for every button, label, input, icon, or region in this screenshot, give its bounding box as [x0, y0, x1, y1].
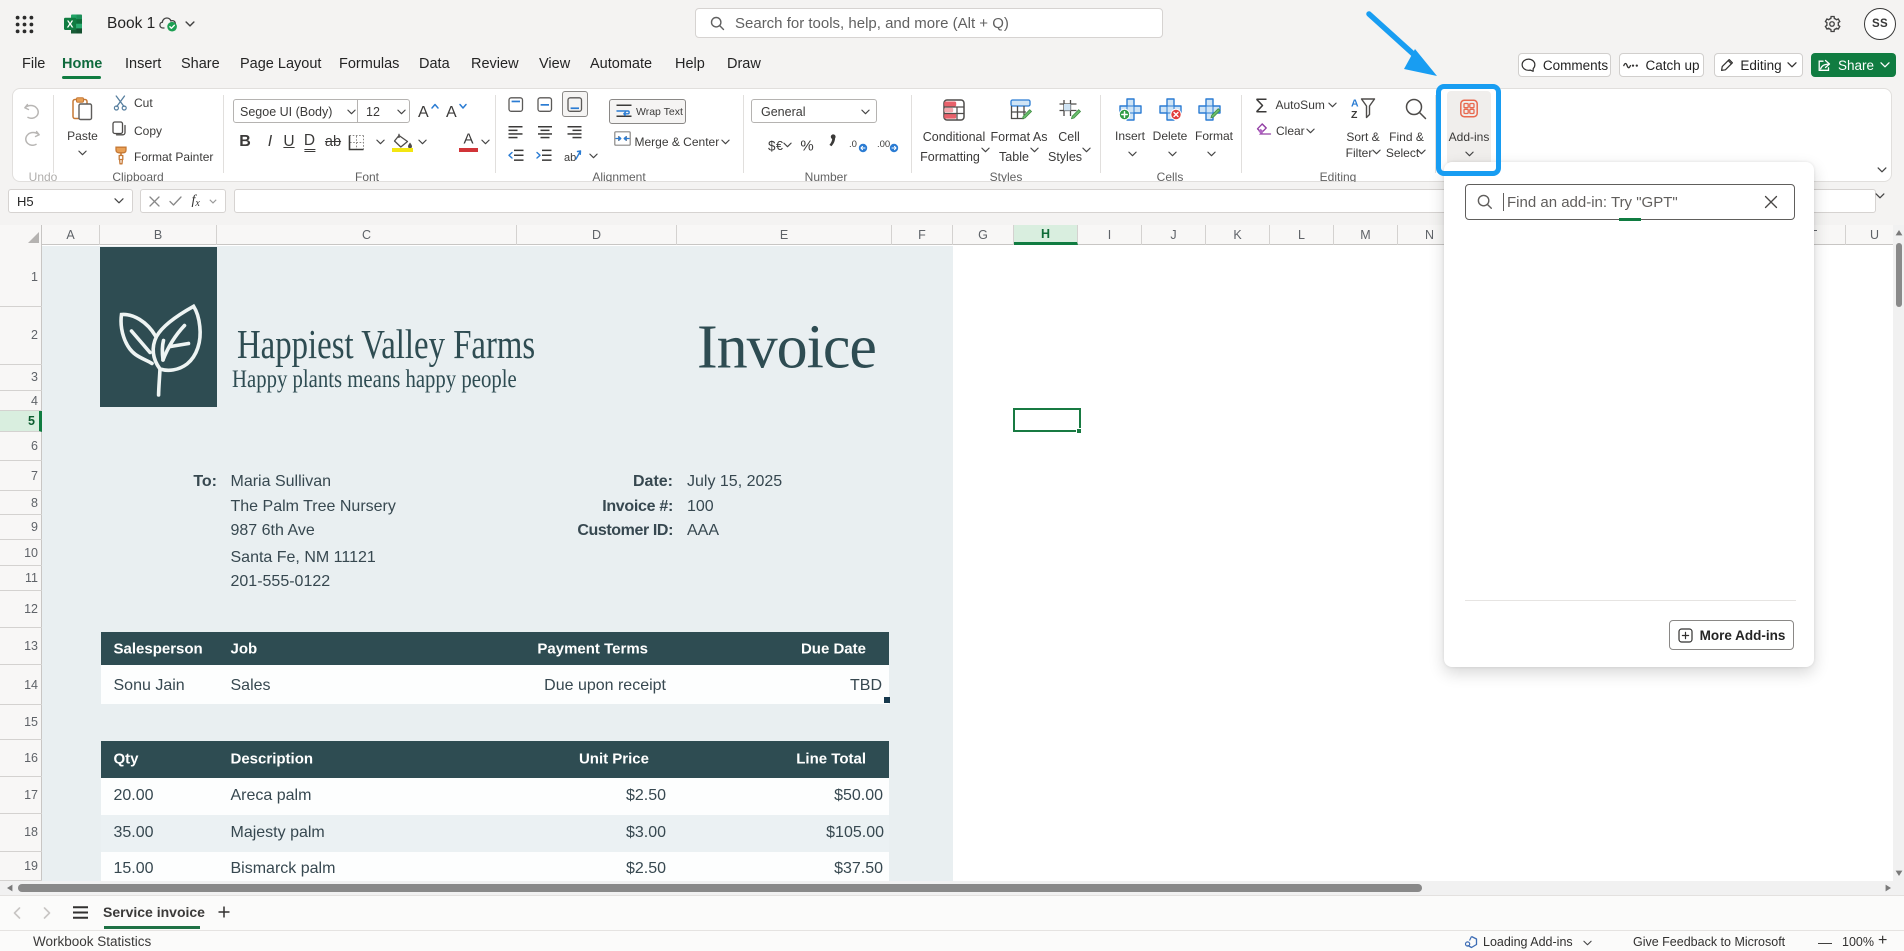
svg-text:Z: Z [1351, 109, 1358, 120]
svg-text:ab: ab [564, 152, 576, 163]
svg-text:A: A [418, 104, 429, 121]
svg-text:.0: .0 [849, 139, 857, 150]
svg-text:A: A [1351, 98, 1359, 110]
svg-text:A: A [446, 104, 457, 121]
svg-text:X: X [67, 19, 74, 30]
svg-text:.00: .00 [877, 139, 890, 150]
